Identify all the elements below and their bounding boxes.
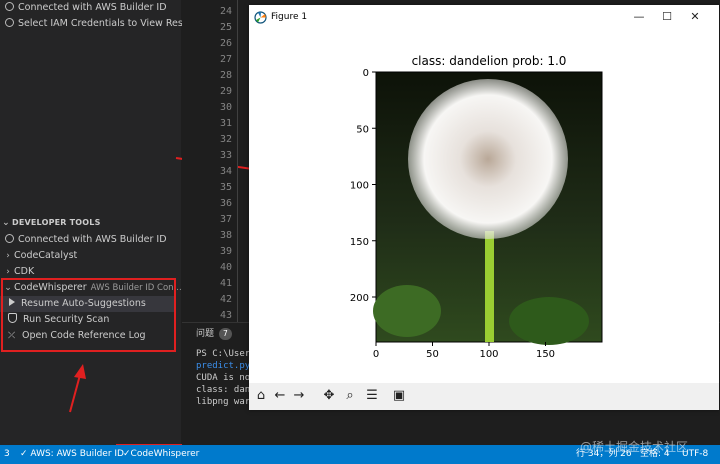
indent-guide <box>237 0 238 322</box>
line-number: 39 <box>219 246 232 257</box>
arrow-up <box>69 374 81 413</box>
x-tick-group: 0 50 100 150 <box>373 342 555 360</box>
dandelion-head <box>408 79 568 239</box>
y-tick-label: 150 <box>350 237 369 248</box>
codewhisperer-status-label: CodeWhisperer <box>130 449 200 459</box>
line-number: 42 <box>219 294 232 305</box>
pan-icon[interactable]: ✥ <box>320 387 338 405</box>
terminal-line: libpng war <box>196 397 251 407</box>
editor-gutter: 24 25 26 27 28 29 30 31 32 33 34 35 36 3… <box>182 0 238 322</box>
line-number: 37 <box>219 214 232 225</box>
line-number: 31 <box>219 118 232 129</box>
terminal-line: predict.py <box>196 361 251 371</box>
maximize-icon[interactable]: ☐ <box>659 9 675 25</box>
problem-count-badge: 7 <box>219 328 232 340</box>
line-number: 29 <box>219 86 232 97</box>
y-tick-label: 0 <box>363 68 369 79</box>
figure-titlebar[interactable]: Figure 1 — ☐ ✕ <box>249 5 719 31</box>
line-number: 40 <box>219 262 232 273</box>
y-tick-label: 50 <box>356 124 369 135</box>
x-tick-label: 150 <box>536 349 555 360</box>
figure-toolbar: ⌂ ← → ✥ ⌕ ☰ ▣ <box>249 383 719 410</box>
figure-window[interactable]: Figure 1 — ☐ ✕ class: dandelion prob: 1.… <box>249 5 719 410</box>
arrow-head-up <box>74 364 86 379</box>
aws-status-item[interactable]: ✓ AWS: AWS Builder ID <box>20 445 124 464</box>
line-number: 30 <box>219 102 232 113</box>
terminal-line: PS C:\User <box>196 349 251 359</box>
plot-canvas[interactable]: class: dandelion prob: 1.0 0 50 100 150 200 … <box>249 31 719 385</box>
close-icon[interactable]: ✕ <box>687 9 703 25</box>
image-plot: class: dandelion prob: 1.0 050100150200 … <box>350 54 603 360</box>
x-tick-label: 0 <box>373 349 379 360</box>
configure-subplots-icon[interactable]: ☰ <box>363 387 381 405</box>
x-tick-label: 100 <box>479 349 498 360</box>
y-tick-group: 0 50 100 150 200 <box>350 68 376 304</box>
home-icon[interactable]: ⌂ <box>252 387 270 405</box>
y-tick-label: 200 <box>350 293 369 304</box>
codewhisperer-status-item[interactable]: ✓CodeWhisperer <box>123 445 199 464</box>
line-number: 32 <box>219 134 232 145</box>
plot-title: class: dandelion prob: 1.0 <box>412 54 567 68</box>
line-number: 34 <box>219 166 232 177</box>
leaf-shape <box>373 285 441 337</box>
line-number: 35 <box>219 182 232 193</box>
watermark-text: @稀土掘金技术社区 <box>580 440 689 454</box>
line-number: 24 <box>219 6 232 17</box>
check-icon: ✓ <box>123 449 131 459</box>
line-number: 33 <box>219 150 232 161</box>
line-number: 26 <box>219 38 232 49</box>
matplotlib-logo-icon <box>254 11 267 24</box>
save-icon[interactable]: ▣ <box>390 387 408 405</box>
line-number: 28 <box>219 70 232 81</box>
line-number: 41 <box>219 278 232 289</box>
back-arrow-icon[interactable]: ← <box>271 387 289 405</box>
status-left-number[interactable]: 3 <box>4 445 10 464</box>
line-number: 25 <box>219 22 232 33</box>
terminal-line: class: dan <box>196 385 251 395</box>
line-number: 27 <box>219 54 232 65</box>
terminal-line: CUDA is no <box>196 373 251 383</box>
problems-tab[interactable]: 问题 7 <box>196 328 232 340</box>
aws-status-label: AWS: AWS Builder ID <box>30 449 124 459</box>
leaf-shape <box>509 297 589 345</box>
y-tick-label: 100 <box>350 181 369 192</box>
forward-arrow-icon[interactable]: → <box>290 387 308 405</box>
check-icon: ✓ <box>20 449 31 459</box>
figure-window-title: Figure 1 <box>271 12 308 22</box>
line-number: 36 <box>219 198 232 209</box>
minimize-icon[interactable]: — <box>631 9 647 25</box>
line-number: 38 <box>219 230 232 241</box>
flower-stem <box>485 231 494 342</box>
zoom-icon[interactable]: ⌕ <box>341 387 359 405</box>
problems-tab-label: 问题 <box>196 329 215 339</box>
x-tick-label: 50 <box>426 349 439 360</box>
